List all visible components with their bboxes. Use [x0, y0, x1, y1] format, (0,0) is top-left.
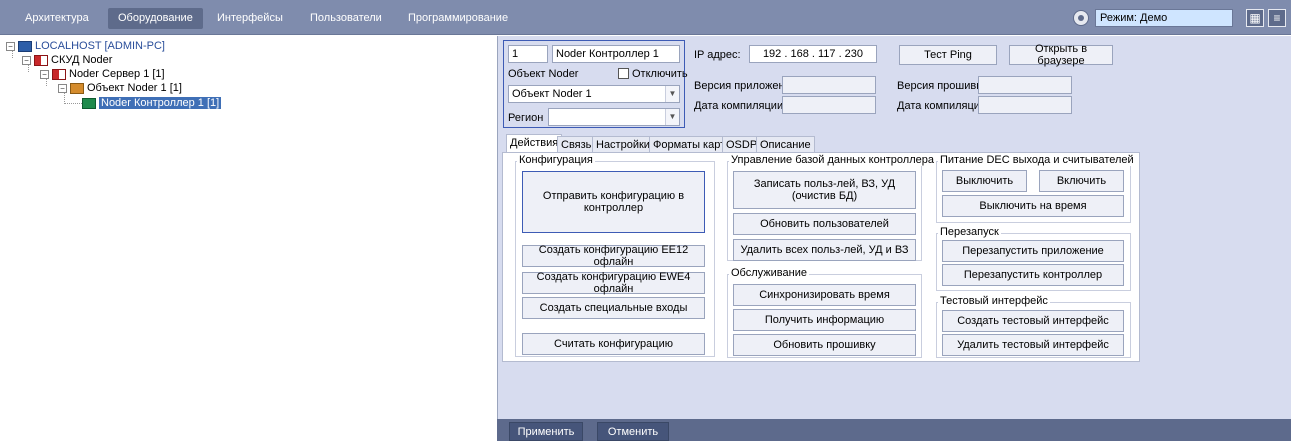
ip-label: IP адрес:: [694, 49, 741, 61]
object-select[interactable]: Объект Noder 1 ▼: [508, 85, 680, 103]
object-settings-box: 1 Noder Контроллер 1 Объект Noder Отключ…: [503, 40, 688, 128]
send-config-button[interactable]: Отправить конфигурацию в контроллер: [522, 171, 705, 233]
computer-icon: [18, 40, 32, 52]
update-firmware-button[interactable]: Обновить прошивку: [733, 334, 916, 356]
disable-checkbox[interactable]: [618, 68, 629, 79]
collapse-icon[interactable]: −: [58, 83, 67, 93]
cancel-button[interactable]: Отменить: [597, 422, 669, 441]
configuration-group-title: Конфигурация: [517, 154, 595, 166]
mode-icon[interactable]: [1073, 10, 1089, 26]
tree-item-controller[interactable]: Noder Контроллер 1 [1]: [82, 96, 222, 110]
fw-version-field: [978, 76, 1072, 94]
chevron-down-icon: ▼: [665, 109, 679, 125]
tab-actions[interactable]: Действия: [506, 134, 563, 153]
create-special-inputs-button[interactable]: Создать специальные входы: [522, 297, 705, 319]
collapse-icon[interactable]: −: [22, 55, 31, 65]
delete-all-users-button[interactable]: Удалить всех польз-лей, УД и ВЗ: [733, 239, 916, 261]
write-users-button[interactable]: Записать польз-лей, ВЗ, УД (очистив БД): [733, 171, 916, 209]
delete-test-interface-button[interactable]: Удалить тестовый интерфейс: [942, 334, 1124, 356]
restart-app-button[interactable]: Перезапустить приложение: [942, 240, 1124, 262]
hardware-tree: − LOCALHOST [ADMIN-PC] − СКУД Noder − Noder…: [0, 36, 497, 441]
region-label: Регион: [508, 112, 544, 124]
service-group-title: Обслуживание: [729, 267, 809, 279]
object-label: Объект Noder: [508, 68, 579, 80]
tree-item-localhost[interactable]: − LOCALHOST [ADMIN-PC]: [6, 39, 165, 53]
fw-compile-date-label: Дата компиляции:: [897, 100, 990, 112]
fw-compile-date-field: [978, 96, 1072, 114]
app-version-field: [782, 76, 876, 94]
read-config-button[interactable]: Считать конфигурацию: [522, 333, 705, 355]
chevron-down-icon: ▼: [665, 86, 679, 102]
create-test-interface-button[interactable]: Создать тестовый интерфейс: [942, 310, 1124, 332]
tab-users[interactable]: Пользователи: [300, 8, 392, 29]
sync-time-button[interactable]: Синхронизировать время: [733, 284, 916, 306]
menu-icon[interactable]: ≡: [1268, 9, 1286, 27]
properties-panel: 1 Noder Контроллер 1 Объект Noder Отключ…: [497, 36, 1291, 441]
restart-controller-button[interactable]: Перезапустить контроллер: [942, 264, 1124, 286]
power-off-timed-button[interactable]: Выключить на время: [942, 195, 1124, 217]
tab-card-formats[interactable]: Форматы карт: [649, 136, 730, 152]
bottom-action-bar: Применить Отменить: [497, 419, 1291, 441]
flag-icon: [34, 54, 48, 66]
update-users-button[interactable]: Обновить пользователей: [733, 213, 916, 235]
region-select[interactable]: ▼: [548, 108, 680, 126]
id-field[interactable]: 1: [508, 45, 548, 63]
collapse-icon[interactable]: −: [6, 41, 15, 51]
tab-programming[interactable]: Программирование: [398, 8, 518, 29]
fw-version-label: Версия прошивки:: [897, 80, 991, 92]
get-info-button[interactable]: Получить информацию: [733, 309, 916, 331]
top-menu-bar: Архитектура Оборудование Интерфейсы Поль…: [0, 0, 1291, 35]
power-off-button[interactable]: Выключить: [942, 170, 1027, 192]
tree-item-skud[interactable]: − СКУД Noder: [22, 53, 112, 67]
test-ping-button[interactable]: Тест Ping: [899, 45, 997, 65]
power-on-button[interactable]: Включить: [1039, 170, 1124, 192]
power-group-title: Питание DEC выхода и считывателей: [938, 154, 1136, 166]
tab-settings[interactable]: Настройки: [592, 136, 654, 152]
tab-equipment[interactable]: Оборудование: [108, 8, 203, 29]
controller-icon: [82, 97, 96, 109]
tree-item-object[interactable]: − Объект Noder 1 [1]: [58, 81, 182, 95]
mode-field[interactable]: Режим: Демо: [1095, 9, 1233, 27]
tab-interfaces[interactable]: Интерфейсы: [207, 8, 293, 29]
ip-field[interactable]: 192 . 168 . 117 . 230: [749, 45, 877, 63]
object-icon: [70, 82, 84, 94]
actions-tab-content: Конфигурация Отправить конфигурацию в ко…: [502, 152, 1140, 362]
collapse-icon[interactable]: −: [40, 69, 49, 79]
create-ee12-config-button[interactable]: Создать конфигурацию EE12 офлайн: [522, 244, 705, 268]
tree-item-server[interactable]: − Noder Сервер 1 [1]: [40, 67, 165, 81]
compile-date-field: [782, 96, 876, 114]
compile-date-label: Дата компиляции:: [694, 100, 787, 112]
open-browser-button[interactable]: Открыть в браузере: [1009, 43, 1113, 67]
tab-architecture[interactable]: Архитектура: [15, 8, 99, 29]
tab-connection[interactable]: Связь: [557, 136, 596, 152]
layout-grid-icon[interactable]: ▦: [1246, 9, 1264, 27]
disable-label: Отключить: [632, 68, 688, 80]
restart-group-title: Перезапуск: [938, 226, 1001, 238]
tab-description[interactable]: Описание: [756, 136, 815, 152]
create-ewe4-config-button[interactable]: Создать конфигурацию EWE4 офлайн: [522, 271, 705, 295]
flag-icon: [52, 68, 66, 80]
name-field[interactable]: Noder Контроллер 1: [552, 45, 680, 63]
database-group-title: Управление базой данных контроллера: [729, 154, 936, 166]
test-interface-group-title: Тестовый интерфейс: [938, 295, 1050, 307]
apply-button[interactable]: Применить: [509, 422, 583, 441]
